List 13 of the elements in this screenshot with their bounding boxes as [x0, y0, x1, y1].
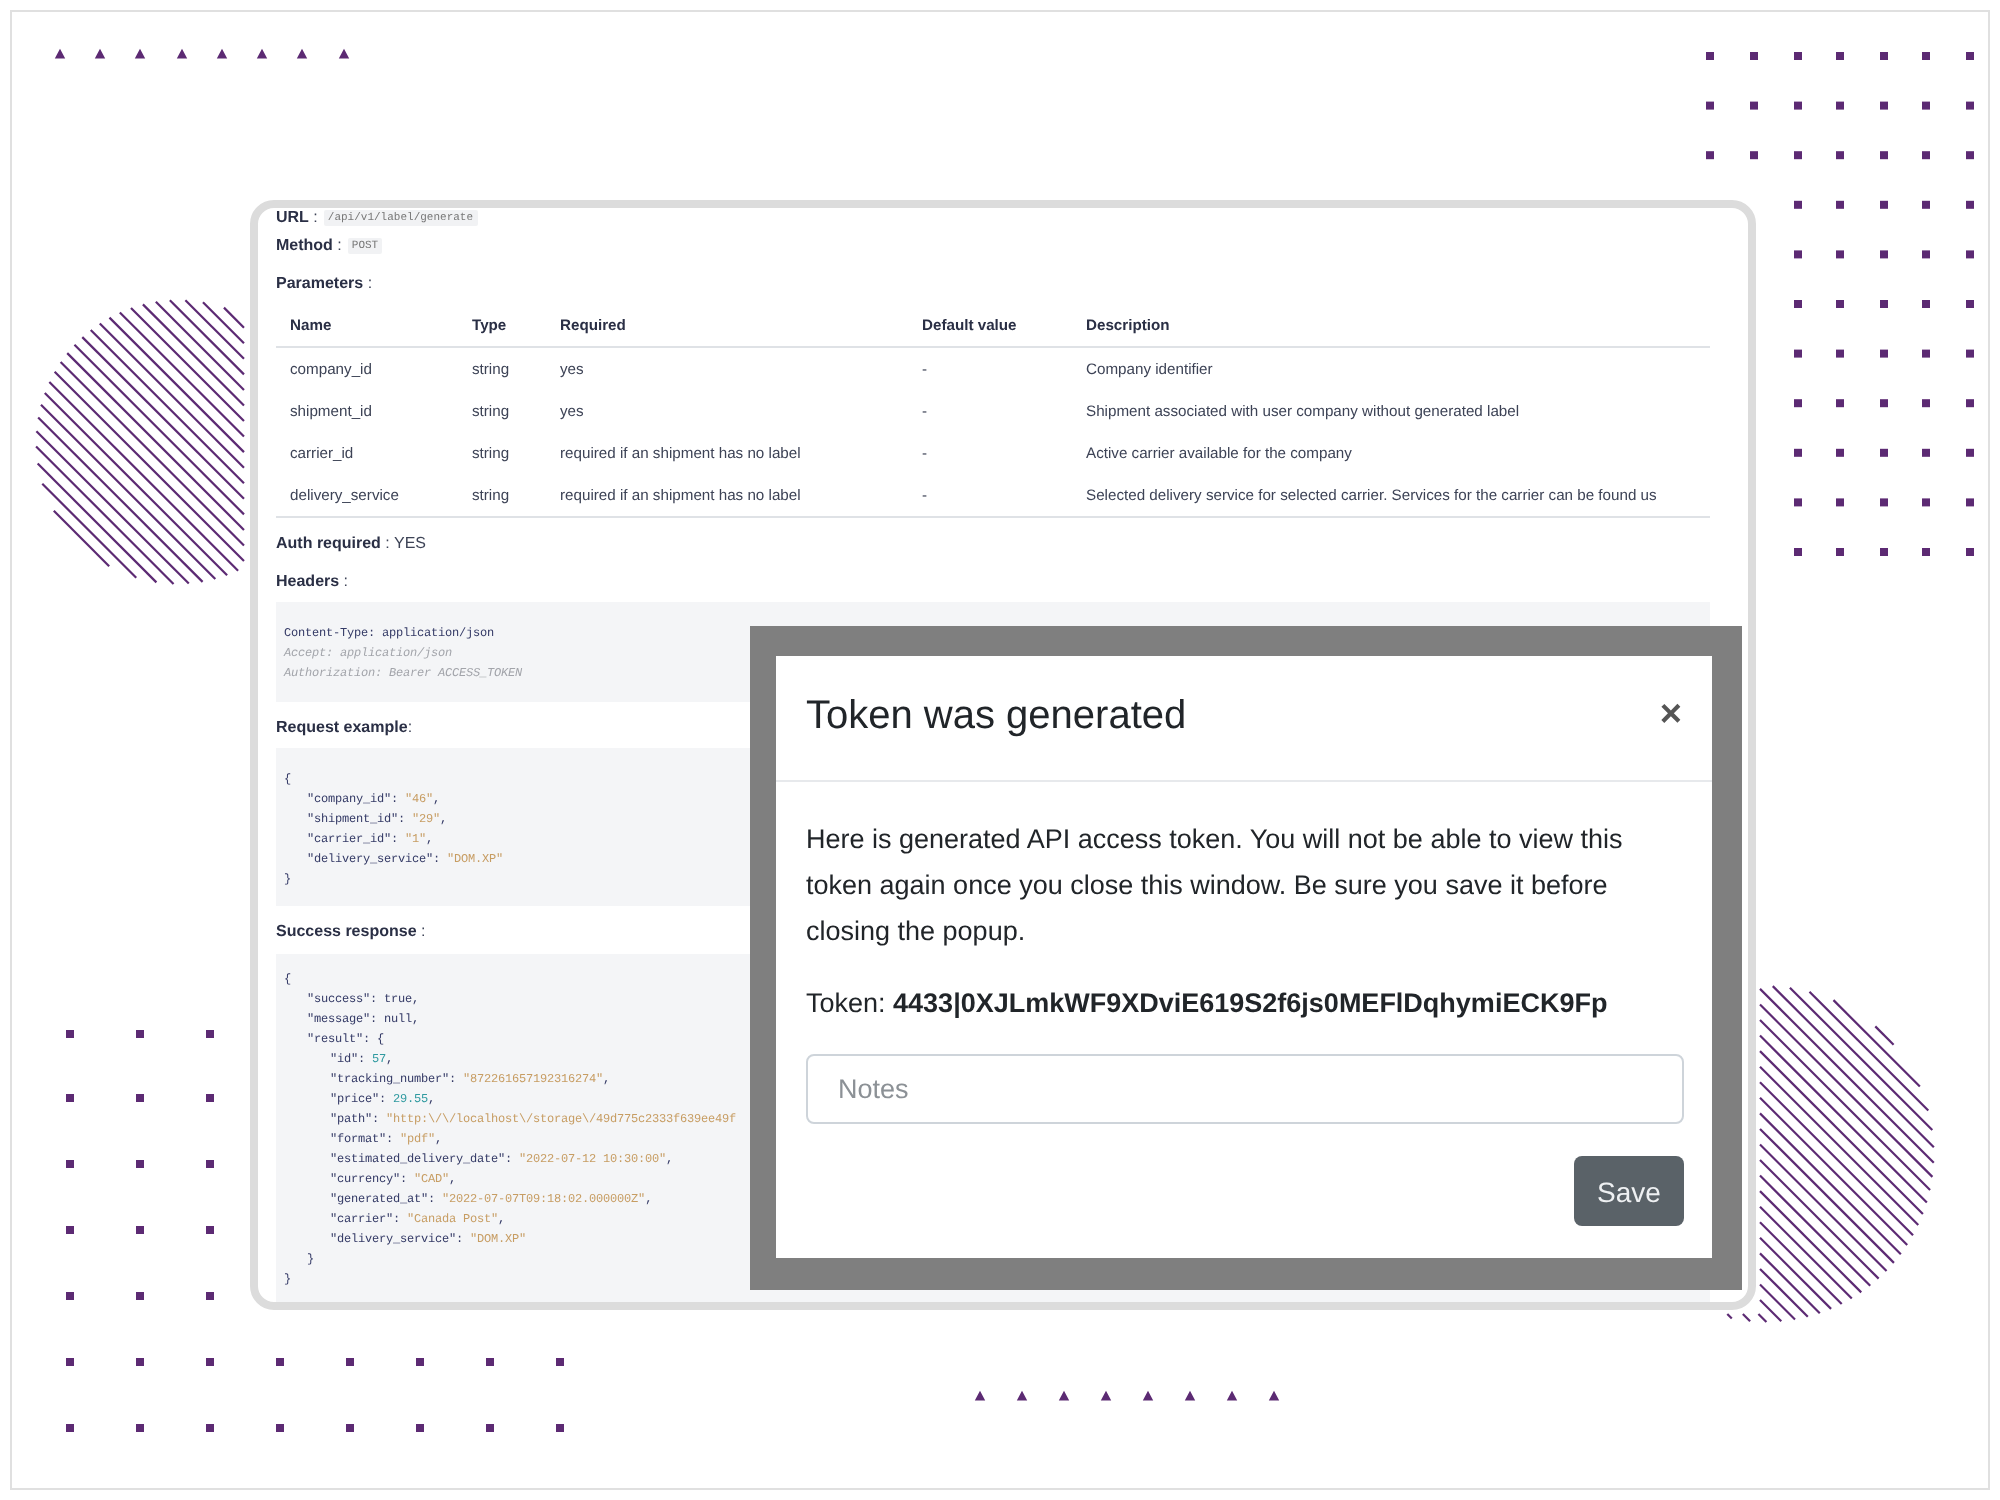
save-button[interactable]: Save — [1574, 1156, 1684, 1226]
close-button[interactable]: × — [1659, 696, 1682, 736]
section-heading: Parameters : — [276, 274, 373, 294]
auth-required-text: Auth required : YES — [276, 534, 426, 554]
section-heading: Success response : — [276, 922, 426, 942]
notes-field[interactable]: Notes — [806, 1054, 1684, 1124]
token-text: Token: 4433|0XJLmkWF9XDviE619S2f6js0MEFlDqhymiECK9Fp — [806, 986, 1608, 1022]
section-heading: Headers : — [276, 572, 349, 592]
dialog-message: Here is generated API access token. You will not be able to view this token again once you close this window. Be sure you save it before closing the popup. — [806, 822, 1625, 950]
url-label: URL : — [276, 208, 318, 228]
dialog-title: Token was generated — [806, 692, 1187, 740]
method-label: Method : — [276, 236, 342, 256]
section-heading: Request example: — [276, 718, 413, 738]
